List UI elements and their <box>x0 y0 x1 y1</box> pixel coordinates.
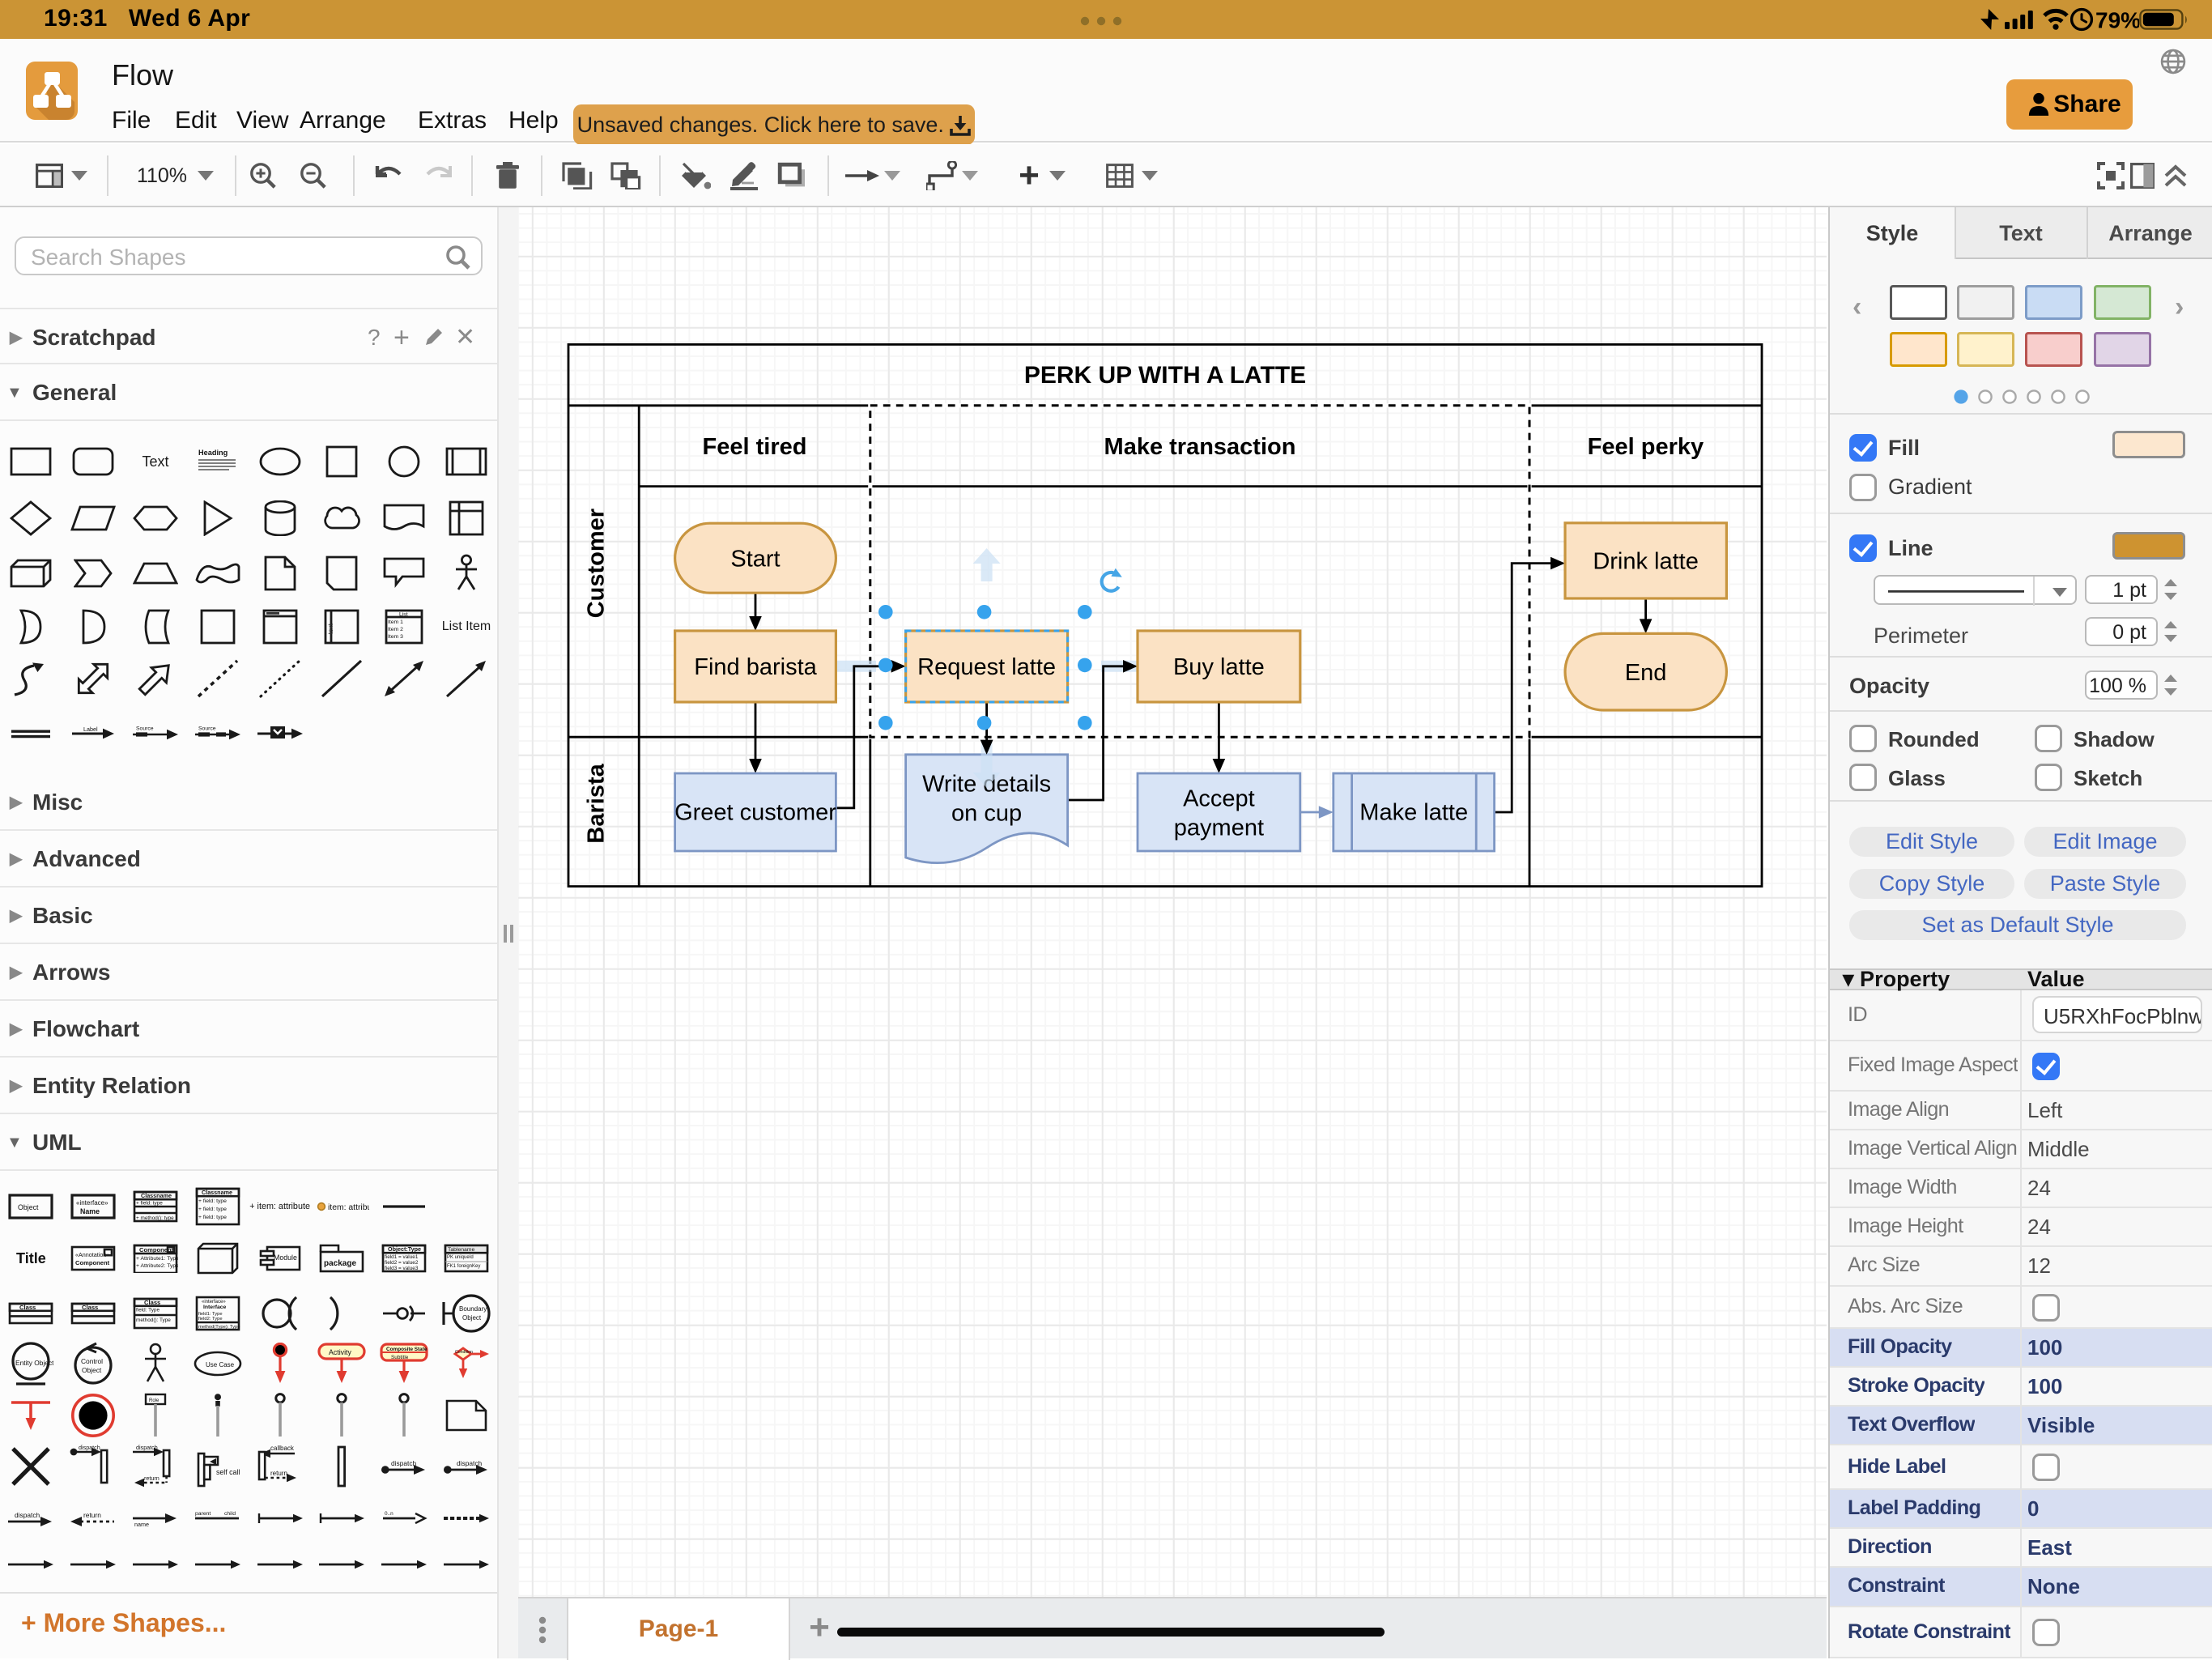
svg-text:on cup: on cup <box>951 800 1022 826</box>
svg-text:Request latte: Request latte <box>917 654 1056 680</box>
svg-text:«interface»: «interface» <box>76 1199 108 1207</box>
svg-text:PK uniqueId: PK uniqueId <box>447 1255 474 1260</box>
svg-text:field: Type: field: Type <box>136 1308 160 1313</box>
svg-text:Object: Object <box>462 1314 482 1322</box>
svg-text:FK1 foreignKey: FK1 foreignKey <box>447 1264 480 1269</box>
svg-text:Accept: Accept <box>1183 785 1255 811</box>
svg-text:dispatch: dispatch <box>457 1459 483 1467</box>
svg-text:field2 = value2: field2 = value2 <box>385 1260 419 1266</box>
svg-text:return: return <box>270 1470 287 1477</box>
svg-text:Drink latte: Drink latte <box>1593 548 1699 574</box>
svg-text:Component: Component <box>75 1259 110 1266</box>
svg-text:Role: Role <box>149 1398 160 1403</box>
svg-text:+ Attribute2: Type: + Attribute2: Type <box>136 1263 178 1269</box>
svg-text:Item 1: Item 1 <box>388 619 403 625</box>
svg-text:Find barista: Find barista <box>694 654 817 680</box>
svg-text:package: package <box>324 1259 356 1268</box>
svg-text:Make transaction: Make transaction <box>1104 434 1296 460</box>
svg-text:+ Attribute1: Type: + Attribute1: Type <box>136 1256 178 1262</box>
svg-text:Feel perky: Feel perky <box>1588 434 1704 460</box>
svg-text:+ field: type: + field: type <box>136 1200 163 1206</box>
svg-text:self call: self call <box>216 1468 240 1476</box>
svg-text:Control: Control <box>81 1357 103 1365</box>
svg-text:+ field: type: + field: type <box>198 1215 227 1220</box>
svg-text:End: End <box>1625 660 1667 686</box>
svg-text:Object: Object <box>82 1366 102 1374</box>
svg-text:+ method(): type: + method(): type <box>136 1215 174 1221</box>
svg-text:+ field: type: + field: type <box>198 1198 227 1204</box>
svg-text:Tablename: Tablename <box>448 1247 474 1253</box>
svg-text:Start: Start <box>730 547 780 572</box>
svg-text:Entity Object: Entity Object <box>15 1359 53 1367</box>
svg-text:Name: Name <box>80 1207 100 1215</box>
svg-text:List: List <box>399 611 408 617</box>
svg-text:item: attribute: item: attribute <box>328 1203 369 1212</box>
svg-text:Source: Source <box>198 726 216 732</box>
svg-text:Object: Object <box>18 1203 39 1211</box>
svg-text:method(): Type: method(): Type <box>136 1317 171 1323</box>
svg-text:Object:Type: Object:Type <box>388 1245 421 1253</box>
svg-text:dispatch: dispatch <box>79 1444 100 1451</box>
svg-text:Interface: Interface <box>203 1305 227 1310</box>
svg-text:Item 3: Item 3 <box>388 634 403 640</box>
svg-text:Activity: Activity <box>329 1348 351 1356</box>
svg-text:Heading: Heading <box>198 449 228 457</box>
svg-text:Buy latte: Buy latte <box>1173 654 1265 680</box>
svg-text:Boundary: Boundary <box>459 1305 487 1313</box>
svg-text:callback: callback <box>270 1445 295 1452</box>
svg-text:field2: Type: field2: Type <box>198 1317 223 1322</box>
svg-text:79%: 79% <box>2095 7 2139 32</box>
svg-text:Class: Class <box>144 1299 160 1306</box>
svg-text:Barista: Barista <box>584 763 610 843</box>
svg-text:+ field: type: + field: type <box>198 1207 227 1212</box>
svg-text:Label: Label <box>83 726 98 733</box>
svg-text:Make latte: Make latte <box>1359 800 1468 826</box>
svg-text:method(Type): Type: method(Type): Type <box>198 1325 240 1330</box>
svg-text:0..n: 0..n <box>385 1511 393 1517</box>
svg-text:Greet customer: Greet customer <box>674 800 836 826</box>
svg-text:return: return <box>144 1475 160 1482</box>
svg-text:Class: Class <box>19 1304 36 1311</box>
svg-text:return: return <box>83 1511 101 1519</box>
svg-text:dispatch: dispatch <box>15 1511 40 1519</box>
svg-text:Subtitle: Subtitle <box>391 1355 409 1360</box>
svg-text:Classname: Classname <box>202 1189 232 1196</box>
svg-text:Composite State: Composite State <box>386 1347 428 1352</box>
svg-text:Class: Class <box>82 1304 98 1311</box>
svg-text:child: child <box>224 1511 236 1517</box>
svg-text:Source: Source <box>136 726 154 732</box>
svg-text:Customer: Customer <box>584 509 610 618</box>
svg-text:Feel tired: Feel tired <box>703 434 807 460</box>
svg-text:dispatch: dispatch <box>391 1459 417 1467</box>
svg-text:payment: payment <box>1174 815 1264 841</box>
svg-text:field1 = value1: field1 = value1 <box>385 1254 419 1260</box>
svg-text:text: text <box>328 624 335 635</box>
svg-text:Use Case: Use Case <box>206 1361 235 1368</box>
svg-text:Condition: Condition <box>455 1350 473 1355</box>
svg-text:PERK UP WITH A LATTE: PERK UP WITH A LATTE <box>1024 362 1306 389</box>
svg-text:Module: Module <box>274 1254 297 1262</box>
svg-text:Classname: Classname <box>141 1192 172 1199</box>
svg-text:dispatch: dispatch <box>136 1444 158 1451</box>
svg-text:parent: parent <box>195 1511 211 1517</box>
svg-text:field3 = value3: field3 = value3 <box>385 1266 419 1271</box>
svg-text:Item 2: Item 2 <box>388 627 403 632</box>
svg-text:name: name <box>134 1521 149 1528</box>
